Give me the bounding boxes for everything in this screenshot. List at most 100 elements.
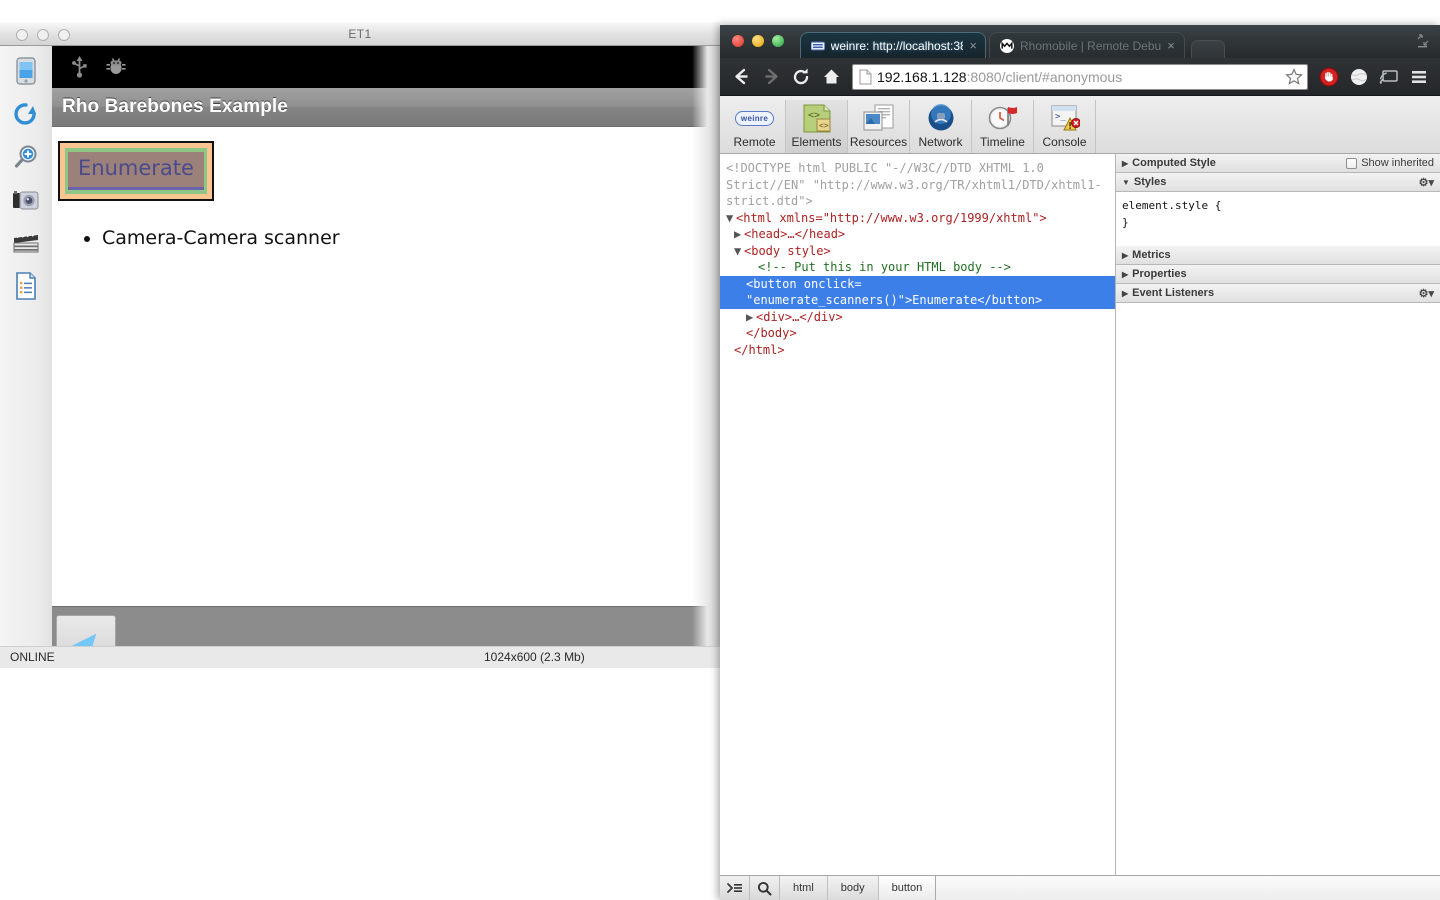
breadcrumb-item-button[interactable]: button xyxy=(879,876,937,900)
checkbox-box[interactable] xyxy=(1346,158,1357,169)
devtools-panel: weinre Remote <> <> Elements xyxy=(720,96,1440,900)
tab-close-icon[interactable]: × xyxy=(1167,39,1175,52)
tab-rhomobile[interactable]: Rhomobile | Remote Debu × xyxy=(989,32,1185,58)
panel-button-network[interactable]: Network xyxy=(910,100,972,153)
elements-tree[interactable]: <!DOCTYPE html PUBLIC "-//W3C//DTD XHTML… xyxy=(720,154,1115,875)
reload-button[interactable] xyxy=(788,64,814,90)
et1-window-title: ET1 xyxy=(0,27,720,41)
window-restore-icon[interactable] xyxy=(1414,31,1432,49)
resources-documents-icon xyxy=(863,103,895,133)
disclosure-triangle-icon[interactable]: ▶ xyxy=(734,226,744,243)
globe-extension-icon[interactable] xyxy=(1346,64,1372,90)
et1-status-bar: ONLINE 1024x600 (2.3 Mb) xyxy=(0,646,720,668)
panel-label: Console xyxy=(1042,135,1086,149)
forward-button[interactable] xyxy=(758,64,784,90)
timeline-clock-flag-icon xyxy=(988,103,1018,133)
camera-icon[interactable] xyxy=(11,185,41,215)
address-bar[interactable]: 192.168.1.128:8080/client/#anonymous xyxy=(852,64,1308,90)
adblock-stop-icon[interactable] xyxy=(1316,64,1342,90)
computed-style-section-header[interactable]: ▶ Computed Style Show inherited xyxy=(1116,154,1440,173)
metrics-section-header[interactable]: ▶ Metrics xyxy=(1116,246,1440,265)
properties-section-header[interactable]: ▶ Properties xyxy=(1116,265,1440,284)
dom-html-open[interactable]: ▼<html xmlns="http://www.w3.org/1999/xht… xyxy=(720,210,1115,227)
bookmark-star-icon[interactable] xyxy=(1285,68,1303,86)
et1-titlebar: ET1 xyxy=(0,22,720,46)
breadcrumb-item-body[interactable]: body xyxy=(828,876,879,900)
et1-body: Rho Barebones Example Enumerate Camera-C… xyxy=(0,46,720,668)
back-button[interactable] xyxy=(728,64,754,90)
section-label: Styles xyxy=(1134,176,1166,188)
tab-weinre[interactable]: weinre: http://localhost:38 × xyxy=(800,32,986,58)
device-icon[interactable] xyxy=(11,56,41,86)
log-document-icon[interactable] xyxy=(11,271,41,301)
console-warning-icon: >_ xyxy=(1050,103,1080,133)
dom-div[interactable]: ▶<div>…</div> xyxy=(720,309,1115,326)
disclosure-triangle-icon[interactable]: ▼ xyxy=(726,210,736,227)
breadcrumb: html body button xyxy=(780,876,936,900)
chrome-close-button[interactable] xyxy=(732,35,744,47)
et1-tool-rail xyxy=(0,46,52,646)
element-style-close: } xyxy=(1122,214,1434,231)
chevron-right-icon: ▶ xyxy=(1122,251,1128,260)
svg-text:<>: <> xyxy=(819,121,829,130)
chrome-maximize-button[interactable] xyxy=(772,35,784,47)
elements-code-icon: <> <> xyxy=(802,103,832,133)
cast-icon[interactable] xyxy=(1376,64,1402,90)
dom-doctype: <!DOCTYPE html PUBLIC "-//W3C//DTD XHTML… xyxy=(720,160,1115,210)
dom-head[interactable]: ▶<head>…</head> xyxy=(720,226,1115,243)
et1-emulator-window: ET1 xyxy=(0,22,720,668)
sidebar-empty-area xyxy=(1116,303,1440,875)
devtools-highlight-content-box: Enumerate xyxy=(68,152,204,190)
panel-button-elements[interactable]: <> <> Elements xyxy=(786,100,848,153)
chevron-right-icon: ▶ xyxy=(1122,159,1128,168)
section-label: Computed Style xyxy=(1132,157,1216,169)
enumerate-button[interactable]: Enumerate xyxy=(68,152,204,190)
styles-section-header[interactable]: ▼ Styles ⚙▾ xyxy=(1116,173,1440,192)
panel-label: Elements xyxy=(791,135,841,149)
panel-label: Network xyxy=(918,135,962,149)
panel-button-console[interactable]: >_ Console xyxy=(1034,100,1096,153)
tab-label: Rhomobile | Remote Debu xyxy=(1020,39,1161,53)
address-bar-text: 192.168.1.128:8080/client/#anonymous xyxy=(877,69,1280,85)
zoom-in-icon[interactable] xyxy=(11,142,41,172)
dom-selected-node[interactable]: <button onclick= "enumerate_scanners()">… xyxy=(720,276,1115,309)
section-label: Metrics xyxy=(1132,249,1171,261)
back-button[interactable] xyxy=(56,615,116,646)
show-inherited-checkbox[interactable]: Show inherited xyxy=(1346,157,1434,169)
svg-text:>_: >_ xyxy=(1055,112,1066,122)
chrome-window-controls[interactable] xyxy=(732,35,784,47)
dock-console-icon[interactable] xyxy=(720,876,750,900)
url-path: :8080/client/#anonymous xyxy=(967,69,1123,85)
breadcrumb-item-html[interactable]: html xyxy=(780,876,828,900)
tab-label: weinre: http://localhost:38 xyxy=(831,39,964,53)
clapperboard-icon[interactable] xyxy=(11,228,41,258)
android-bug-icon xyxy=(105,56,127,78)
disclosure-triangle-icon[interactable]: ▶ xyxy=(746,309,756,326)
event-listeners-section-header[interactable]: ▶ Event Listeners ⚙▾ xyxy=(1116,284,1440,303)
devtools-toolbar: weinre Remote <> <> Elements xyxy=(720,96,1440,154)
chrome-minimize-button[interactable] xyxy=(752,35,764,47)
weinre-badge-icon: weinre xyxy=(735,103,774,133)
dom-body-close: </body> xyxy=(720,325,1115,342)
disclosure-triangle-icon[interactable]: ▼ xyxy=(734,243,744,260)
motorola-logo-icon xyxy=(1000,39,1014,53)
dom-selected-node-line2: "enumerate_scanners()">Enumerate</button… xyxy=(746,292,1115,309)
tab-close-icon[interactable]: × xyxy=(969,39,977,52)
page-document-icon xyxy=(859,69,872,85)
dom-comment: <!-- Put this in your HTML body --> xyxy=(720,259,1115,276)
panel-button-resources[interactable]: Resources xyxy=(848,100,910,153)
element-style-rule[interactable]: element.style { } xyxy=(1116,192,1440,246)
home-button[interactable] xyxy=(818,64,844,90)
rotate-icon[interactable] xyxy=(11,99,41,129)
chrome-menu-icon[interactable] xyxy=(1406,64,1432,90)
new-tab-button[interactable] xyxy=(1191,40,1225,58)
weinre-badge-icon xyxy=(811,41,825,51)
search-icon[interactable] xyxy=(750,876,780,900)
section-label: Event Listeners xyxy=(1132,287,1214,299)
panel-button-remote[interactable]: weinre Remote xyxy=(724,100,786,153)
gear-icon[interactable]: ⚙▾ xyxy=(1419,176,1434,189)
panel-button-timeline[interactable]: Timeline xyxy=(972,100,1034,153)
chevron-right-icon: ▶ xyxy=(1122,270,1128,279)
dom-body-open[interactable]: ▼<body style> xyxy=(720,243,1115,260)
gear-icon[interactable]: ⚙▾ xyxy=(1419,287,1434,300)
